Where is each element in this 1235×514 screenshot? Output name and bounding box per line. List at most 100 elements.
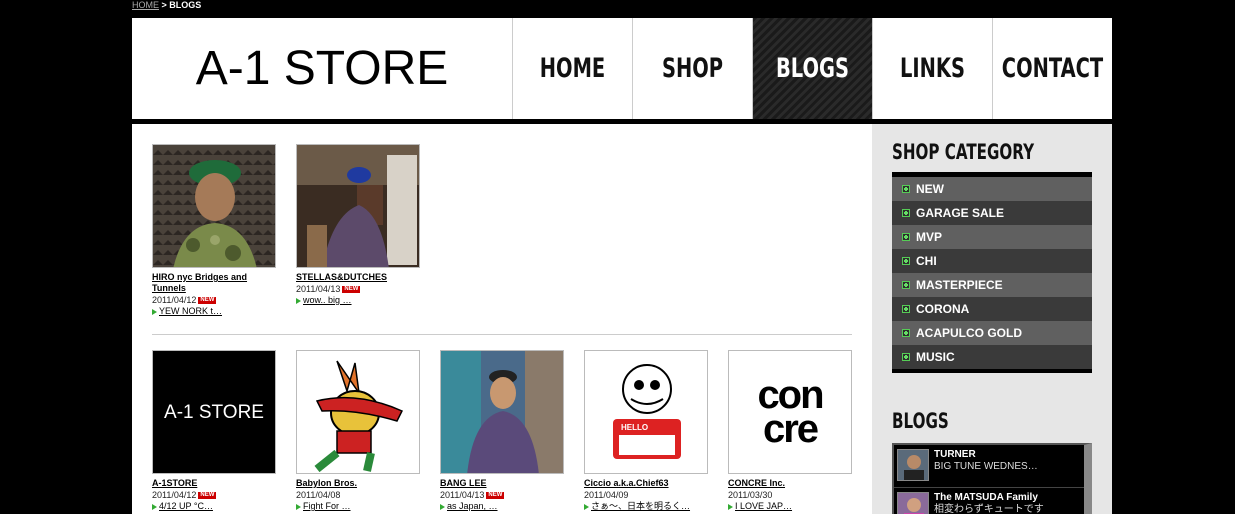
sidebar-blogs-panel: BLOGS TURNER BIG TUNE WEDNES… The MATSUDA… (872, 395, 1112, 514)
blog-card: HIRO nyc Bridges and Tunnels 2011/04/12 N… (152, 144, 296, 317)
plus-icon (902, 305, 910, 313)
blog-excerpt-link[interactable]: I LOVE JAP… (728, 501, 872, 512)
blog-thumbnail[interactable] (296, 144, 420, 268)
sidebar-blog-item[interactable]: The MATSUDA Family 相変わらずキュートです (894, 488, 1084, 514)
blog-title-link[interactable]: A-1STORE (152, 478, 272, 489)
blog-date: 2011/03/30 (728, 490, 872, 501)
breadcrumb-home-link[interactable]: HOME (132, 0, 159, 10)
category-item[interactable]: CORONA (892, 297, 1092, 321)
blog-excerpt-text: I LOVE JAP… (735, 501, 793, 511)
nav-shop-label: SHOP (661, 53, 724, 84)
nav-links-label: LINKS (900, 53, 965, 84)
arrow-right-icon (440, 503, 445, 510)
blog-thumbnail[interactable]: con cre (728, 350, 852, 474)
thumbnail-logo-text: A-1 STORE (164, 401, 264, 423)
blog-excerpt-text: wow.. big … (303, 295, 352, 305)
blog-thumbnail[interactable] (152, 144, 276, 268)
nav-blogs[interactable]: BLOGS (752, 18, 872, 119)
blog-date: 2011/04/08 (296, 490, 440, 501)
blog-thumbnail[interactable] (296, 350, 420, 474)
blog-title-link[interactable]: Babylon Bros. (296, 478, 416, 489)
category-item[interactable]: GARAGE SALE (892, 201, 1092, 225)
category-item[interactable]: ACAPULCO GOLD (892, 321, 1092, 345)
blog-excerpt-link[interactable]: Fight For … (296, 501, 440, 512)
blog-title-link[interactable]: STELLAS&DUTCHES (296, 272, 416, 283)
new-badge: NEW (486, 492, 505, 499)
blog-date-text: 2011/04/08 (296, 490, 341, 500)
sidebar-blog-name: TURNER (934, 449, 976, 460)
category-label: MASTERPIECE (916, 278, 1003, 292)
category-item[interactable]: NEW (892, 177, 1092, 201)
sidebar-blog-thumbnail (897, 492, 929, 514)
blog-thumbnail[interactable] (440, 350, 564, 474)
blog-card: HELLO Ciccio a.k.a.Chief63 2011/04/09 さぁ… (584, 350, 728, 512)
category-item[interactable]: CHI (892, 249, 1092, 273)
category-item[interactable]: MVP (892, 225, 1092, 249)
plus-icon (902, 209, 910, 217)
category-label: MVP (916, 230, 943, 244)
nav-contact-label: CONTACT (1001, 53, 1104, 84)
nav-contact[interactable]: CONTACT (992, 18, 1112, 119)
blog-title-link[interactable]: CONCRE Inc. (728, 478, 848, 489)
new-badge: NEW (198, 297, 217, 304)
plus-icon (902, 329, 910, 337)
blog-excerpt-text: さぁ〜、日本を明るく… (591, 501, 691, 511)
sidebar-blog-excerpt: BIG TUNE WEDNES… (934, 461, 1038, 472)
nav-shop[interactable]: SHOP (632, 18, 752, 119)
sidebar-blog-item[interactable]: TURNER BIG TUNE WEDNES… (894, 445, 1084, 488)
arrow-right-icon (728, 503, 733, 510)
nav-links[interactable]: LINKS (872, 18, 992, 119)
blog-title-link[interactable]: HIRO nyc Bridges and Tunnels (152, 272, 272, 294)
blog-thumbnail[interactable]: HELLO (584, 350, 708, 474)
category-label: CORONA (916, 302, 970, 316)
blog-card: BANG LEE 2011/04/13 NEW as Japan, … (440, 350, 584, 512)
blog-date: 2011/04/12 NEW (152, 295, 296, 306)
plus-icon (902, 257, 910, 265)
blog-excerpt-text: Fight For … (303, 501, 351, 511)
blog-title-link[interactable]: Ciccio a.k.a.Chief63 (584, 478, 704, 489)
blog-row-1: HIRO nyc Bridges and Tunnels 2011/04/12 N… (152, 144, 440, 317)
site-header: A-1 STORE HOME SHOP BLOGS LINKS CONTACT (132, 18, 1112, 119)
sidebar-blog-text: The MATSUDA Family 相変わらずキュートです (934, 492, 1044, 514)
blog-excerpt-link[interactable]: 4/12 UP °C… (152, 501, 296, 512)
category-label: ACAPULCO GOLD (916, 326, 1022, 340)
blog-card: A-1 STORE A-1STORE 2011/04/12 NEW 4/12 UP… (152, 350, 296, 512)
category-item[interactable]: MUSIC (892, 345, 1092, 369)
thumbnail-logo-line-2: cre (762, 407, 819, 451)
sidebar-blog-name: The MATSUDA Family (934, 492, 1038, 503)
category-item[interactable]: MASTERPIECE (892, 273, 1092, 297)
blog-date: 2011/04/13 NEW (296, 284, 440, 295)
arrow-right-icon (152, 308, 157, 315)
row-divider (152, 334, 852, 335)
arrow-right-icon (584, 503, 589, 510)
blog-date-text: 2011/04/09 (584, 490, 629, 500)
sidebar-blog-text: TURNER BIG TUNE WEDNES… (934, 449, 1038, 483)
blog-date: 2011/04/12 NEW (152, 490, 296, 501)
breadcrumb: HOME > BLOGS (132, 0, 201, 12)
nav-home[interactable]: HOME (512, 18, 632, 119)
blog-date-text: 2011/04/13 (440, 490, 485, 500)
nav-home-label: HOME (539, 53, 606, 84)
sidebar-blog-excerpt: 相変わらずキュートです (934, 504, 1044, 514)
blog-title-link[interactable]: BANG LEE (440, 478, 560, 489)
site-logo[interactable]: A-1 STORE (132, 18, 512, 119)
arrow-right-icon (296, 297, 301, 304)
blog-excerpt-link[interactable]: さぁ〜、日本を明るく… (584, 501, 728, 512)
arrow-right-icon (296, 503, 301, 510)
blogs-heading: BLOGS (892, 409, 949, 433)
blog-card: con cre CONCRE Inc. 2011/03/30 I LOVE JA… (728, 350, 872, 512)
blog-excerpt-text: YEW NORK t… (159, 306, 223, 316)
breadcrumb-separator: > (161, 0, 167, 10)
blog-excerpt-text: 4/12 UP °C… (159, 501, 213, 511)
blog-card: STELLAS&DUTCHES 2011/04/13 NEW wow.. big … (296, 144, 440, 317)
category-label: GARAGE SALE (916, 206, 1005, 220)
arrow-right-icon (152, 503, 157, 510)
new-badge: NEW (198, 492, 217, 499)
blog-row-2: A-1 STORE A-1STORE 2011/04/12 NEW 4/12 UP… (152, 350, 872, 512)
blog-excerpt-link[interactable]: as Japan, … (440, 501, 584, 512)
blog-thumbnail[interactable]: A-1 STORE (152, 350, 276, 474)
sidebar-blogs-list[interactable]: TURNER BIG TUNE WEDNES… The MATSUDA Famil… (892, 443, 1092, 514)
blog-excerpt-link[interactable]: wow.. big … (296, 295, 440, 306)
blog-excerpt-link[interactable]: YEW NORK t… (152, 306, 296, 317)
blog-date-text: 2011/04/13 (296, 284, 341, 294)
